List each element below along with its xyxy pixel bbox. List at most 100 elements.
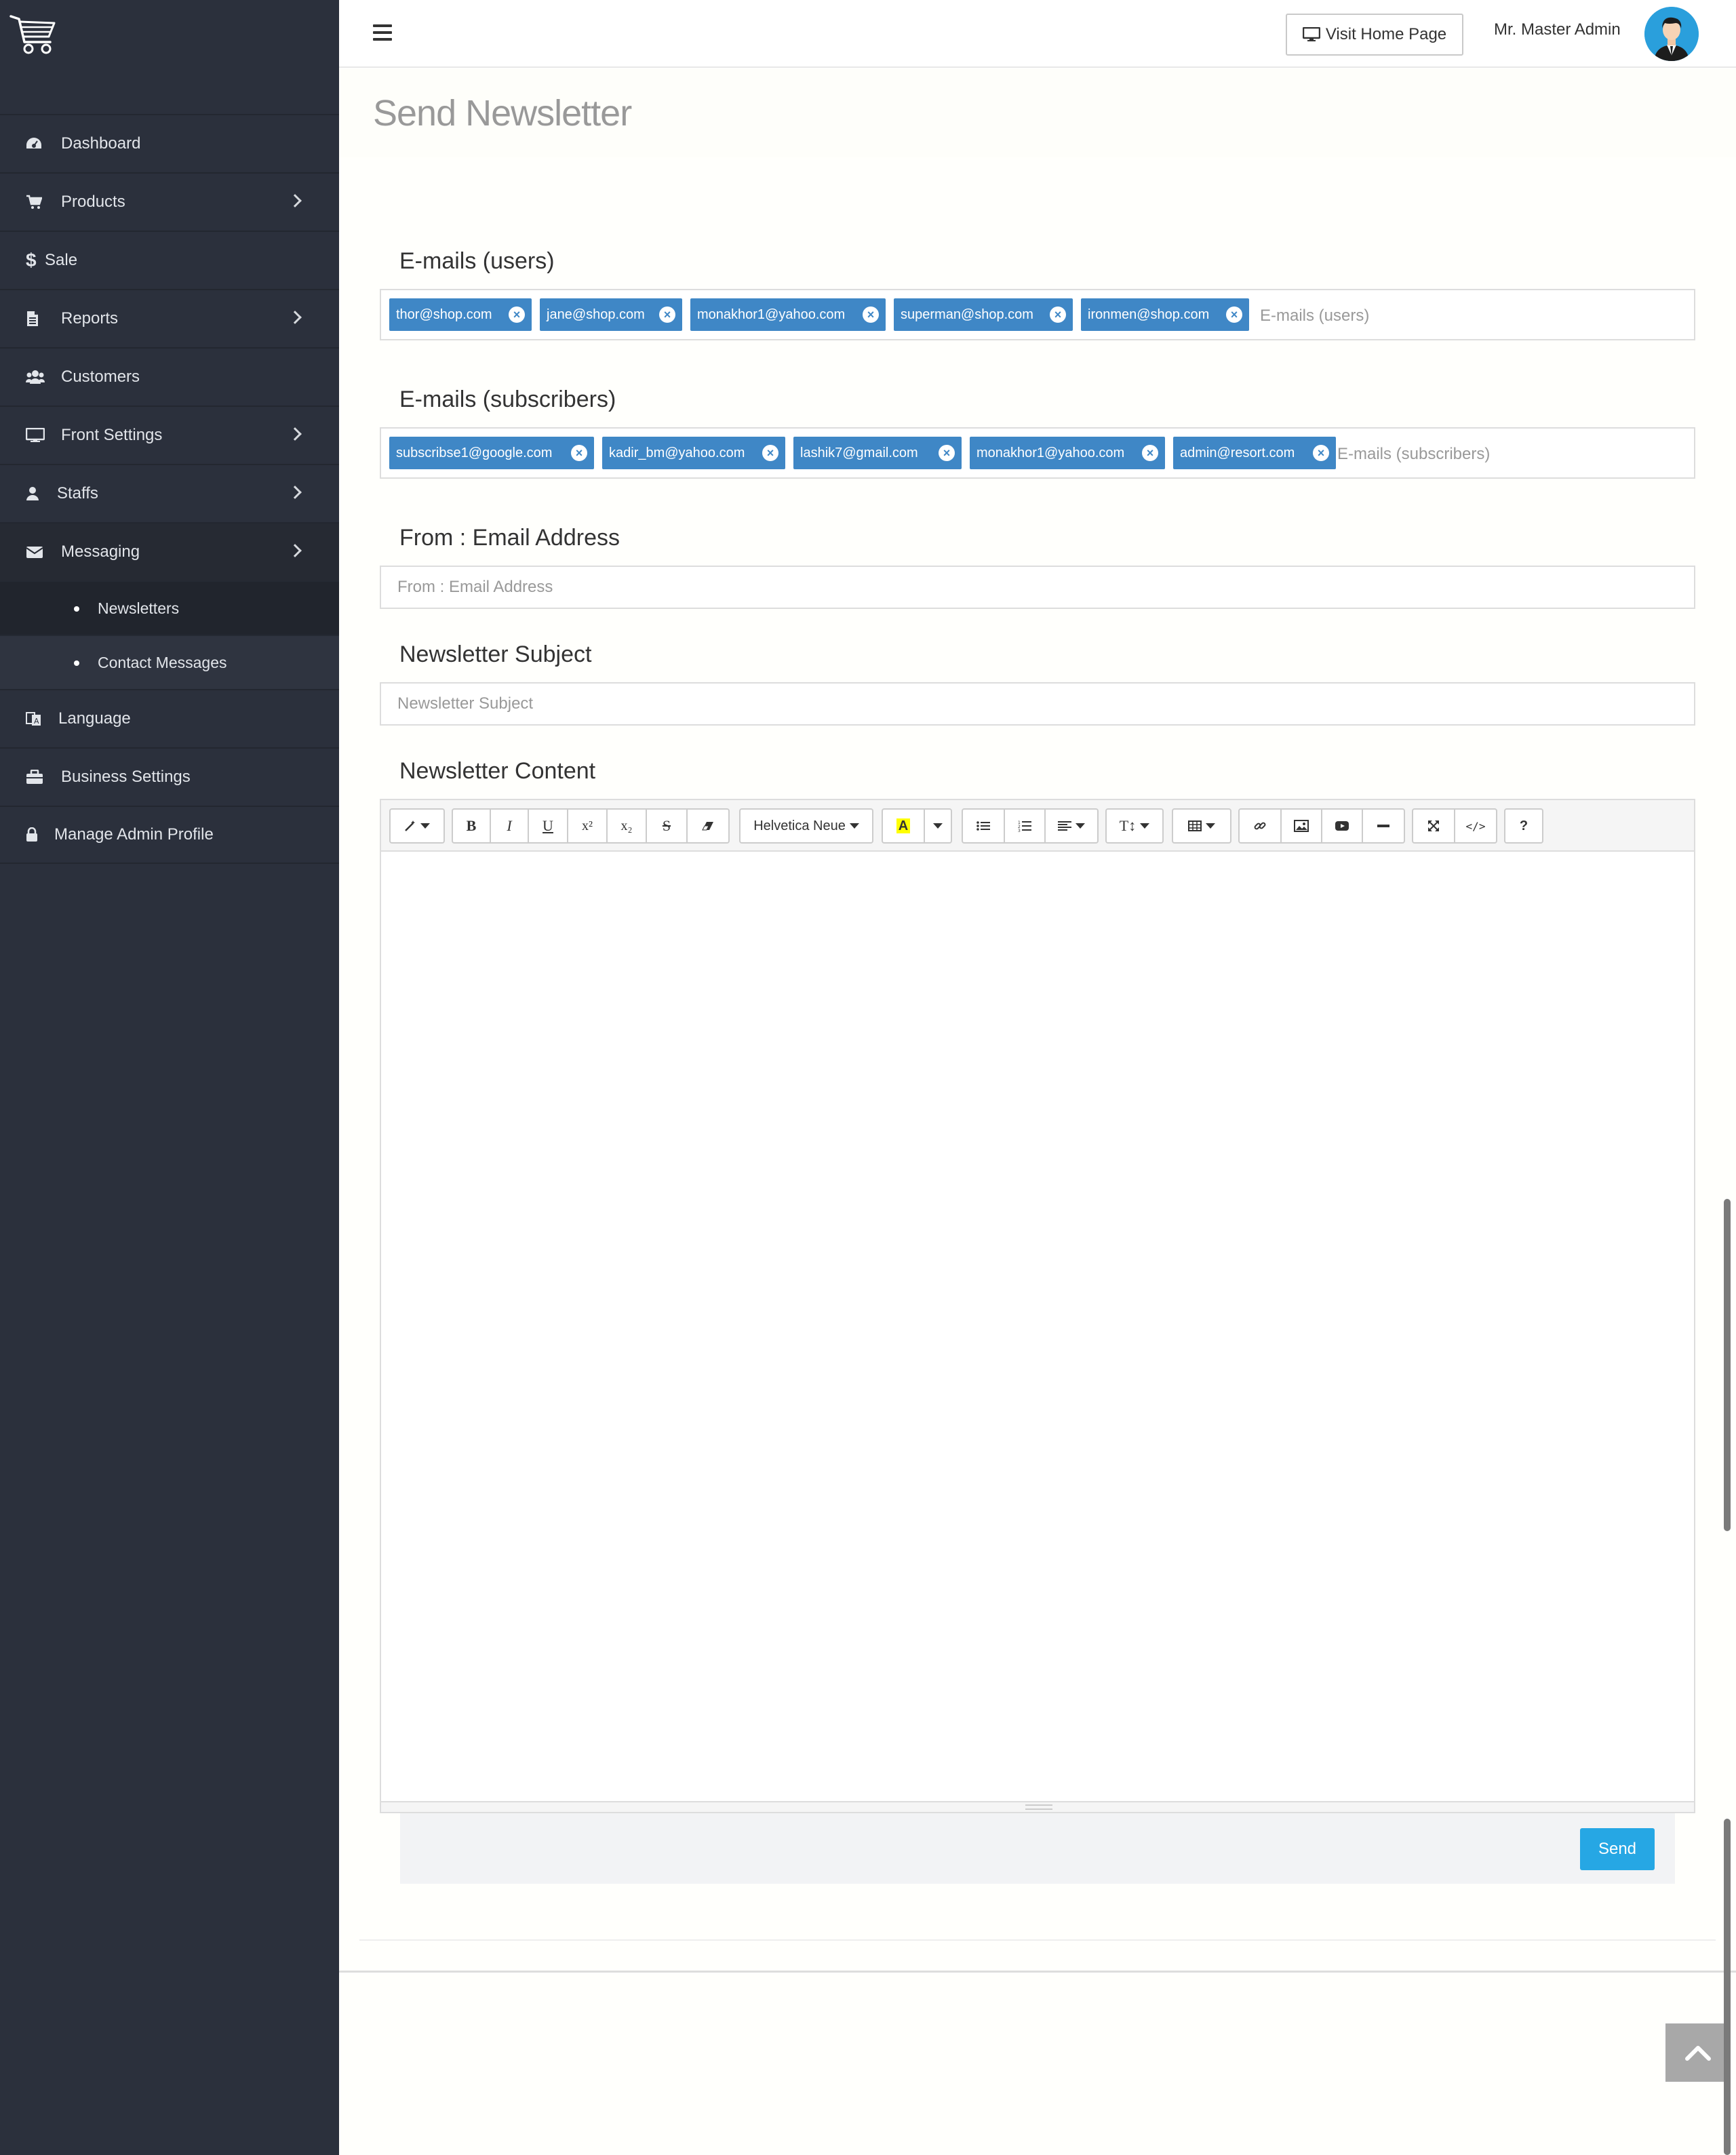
sidebar-item-language[interactable]: A Language bbox=[0, 689, 339, 747]
sidebar-item-business-settings[interactable]: Business Settings bbox=[0, 747, 339, 806]
subscribers-emails-input[interactable]: subscribse1@google.com × kadir_bm@yahoo.c… bbox=[380, 427, 1695, 479]
line-height-dropdown[interactable]: T↕ bbox=[1105, 808, 1164, 844]
content-label: Newsletter Content bbox=[399, 758, 596, 784]
remove-tag-icon[interactable]: × bbox=[863, 307, 879, 323]
chevron-right-icon bbox=[288, 194, 302, 207]
sidebar: Dashboard Products $ Sale Reports Custom… bbox=[0, 0, 339, 2155]
subject-field[interactable]: Newsletter Subject bbox=[380, 682, 1695, 726]
email-tag-text: admin@resort.com bbox=[1180, 445, 1295, 460]
editor-resize-handle[interactable] bbox=[381, 1801, 1694, 1812]
remove-tag-icon[interactable]: × bbox=[509, 307, 525, 323]
paragraph-align-dropdown[interactable] bbox=[1044, 808, 1099, 844]
sidebar-item-contact-messages[interactable]: Contact Messages bbox=[0, 635, 339, 689]
remove-tag-icon[interactable]: × bbox=[1226, 307, 1242, 323]
ordered-list-button[interactable]: 123 bbox=[1004, 808, 1046, 844]
from-email-label: From : Email Address bbox=[399, 525, 620, 551]
dashboard-icon bbox=[26, 136, 53, 151]
email-tag-text: superman@shop.com bbox=[901, 307, 1033, 322]
sidebar-item-label: Dashboard bbox=[61, 134, 141, 153]
table-icon bbox=[1188, 821, 1202, 831]
admin-name[interactable]: Mr. Master Admin bbox=[1494, 20, 1621, 39]
sidebar-item-front-settings[interactable]: Front Settings bbox=[0, 406, 339, 464]
sidebar-item-label: Products bbox=[61, 193, 125, 211]
sidebar-item-reports[interactable]: Reports bbox=[0, 289, 339, 347]
style-dropdown[interactable] bbox=[389, 808, 445, 844]
messaging-submenu: Newsletters Contact Messages bbox=[0, 580, 339, 689]
underline-button[interactable]: U bbox=[528, 808, 568, 844]
italic-button[interactable]: I bbox=[490, 808, 529, 844]
sidebar-item-manage-admin-profile[interactable]: Manage Admin Profile bbox=[0, 806, 339, 864]
email-tag-text: thor@shop.com bbox=[396, 307, 492, 322]
remove-tag-icon[interactable]: × bbox=[762, 445, 778, 461]
remove-tag-icon[interactable]: × bbox=[1313, 445, 1329, 461]
table-dropdown[interactable] bbox=[1172, 808, 1231, 844]
email-tag: monakhor1@yahoo.com × bbox=[970, 437, 1165, 469]
sidebar-item-sale[interactable]: $ Sale bbox=[0, 231, 339, 289]
sidebar-item-products[interactable]: Products bbox=[0, 172, 339, 231]
minus-icon bbox=[1377, 825, 1389, 827]
top-bar: Visit Home Page Mr. Master Admin bbox=[339, 0, 1736, 68]
users-emails-input[interactable]: thor@shop.com × jane@shop.com × monakhor1@… bbox=[380, 289, 1695, 340]
clear-format-button[interactable] bbox=[686, 808, 730, 844]
sidebar-item-dashboard[interactable]: Dashboard bbox=[0, 114, 339, 172]
link-button[interactable] bbox=[1238, 808, 1282, 844]
horizontal-rule-button[interactable] bbox=[1362, 808, 1405, 844]
strikethrough-button[interactable]: S bbox=[646, 808, 688, 844]
sidebar-item-label: Reports bbox=[61, 309, 119, 328]
sidebar-item-messaging[interactable]: Messaging bbox=[0, 522, 339, 580]
expand-icon bbox=[1428, 821, 1439, 831]
highlight-a-icon: A bbox=[896, 818, 911, 833]
email-tag: jane@shop.com × bbox=[540, 298, 682, 331]
subscript-button[interactable]: x₂ bbox=[606, 808, 647, 844]
sidebar-item-newsletters[interactable]: Newsletters bbox=[0, 580, 339, 635]
fullscreen-button[interactable] bbox=[1412, 808, 1455, 844]
remove-tag-icon[interactable]: × bbox=[659, 307, 675, 323]
file-icon bbox=[26, 311, 53, 327]
menu-toggle-icon[interactable] bbox=[373, 24, 392, 41]
sidebar-item-label: Staffs bbox=[57, 484, 98, 502]
cart-logo-icon[interactable] bbox=[9, 12, 57, 56]
unordered-list-button[interactable] bbox=[962, 808, 1005, 844]
footer-divider bbox=[339, 1971, 1736, 1973]
scrollbar-thumb[interactable] bbox=[1724, 1819, 1731, 2155]
font-family-dropdown[interactable]: Helvetica Neue bbox=[739, 808, 873, 844]
subscribers-emails-label: E-mails (subscribers) bbox=[399, 387, 616, 412]
users-emails-label: E-mails (users) bbox=[399, 248, 555, 274]
scrollbar-thumb[interactable] bbox=[1724, 1199, 1731, 1531]
image-button[interactable] bbox=[1280, 808, 1322, 844]
remove-tag-icon[interactable]: × bbox=[1142, 445, 1158, 461]
editor-content-area[interactable] bbox=[381, 852, 1694, 1802]
email-tag-text: monakhor1@yahoo.com bbox=[697, 307, 846, 322]
remove-tag-icon[interactable]: × bbox=[939, 445, 955, 461]
email-tag: monakhor1@yahoo.com × bbox=[690, 298, 886, 331]
video-button[interactable] bbox=[1321, 808, 1363, 844]
page-header: Send Newsletter bbox=[339, 69, 1736, 157]
font-family-value: Helvetica Neue bbox=[753, 818, 846, 833]
email-tag: subscribse1@google.com × bbox=[389, 437, 594, 469]
magic-wand-icon bbox=[405, 821, 415, 831]
briefcase-icon bbox=[26, 770, 53, 785]
visit-home-page-button[interactable]: Visit Home Page bbox=[1286, 14, 1463, 56]
chevron-up-icon bbox=[1685, 2046, 1711, 2061]
code-view-button[interactable]: </> bbox=[1454, 808, 1497, 844]
monitor-icon bbox=[26, 428, 53, 443]
scroll-to-top-button[interactable] bbox=[1665, 2023, 1731, 2082]
bold-button[interactable]: B bbox=[452, 808, 491, 844]
sidebar-item-staffs[interactable]: Staffs bbox=[0, 464, 339, 522]
avatar[interactable] bbox=[1644, 7, 1699, 61]
help-button[interactable]: ? bbox=[1504, 808, 1543, 844]
picture-icon bbox=[1294, 820, 1309, 832]
send-button[interactable]: Send bbox=[1580, 1828, 1655, 1870]
sidebar-item-label: Contact Messages bbox=[98, 653, 227, 671]
remove-tag-icon[interactable]: × bbox=[1050, 307, 1066, 323]
superscript-button[interactable]: x² bbox=[567, 808, 608, 844]
text-color-button[interactable]: A bbox=[882, 808, 925, 844]
email-tag-text: kadir_bm@yahoo.com bbox=[609, 445, 745, 460]
color-dropdown-button[interactable] bbox=[924, 808, 952, 844]
sidebar-item-customers[interactable]: Customers bbox=[0, 347, 339, 406]
remove-tag-icon[interactable]: × bbox=[571, 445, 587, 461]
subscribers-emails-placeholder: E-mails (subscribers) bbox=[1337, 445, 1491, 463]
users-icon bbox=[26, 370, 53, 384]
sidebar-item-label: Sale bbox=[45, 251, 78, 269]
from-email-field[interactable]: From : Email Address bbox=[380, 566, 1695, 609]
